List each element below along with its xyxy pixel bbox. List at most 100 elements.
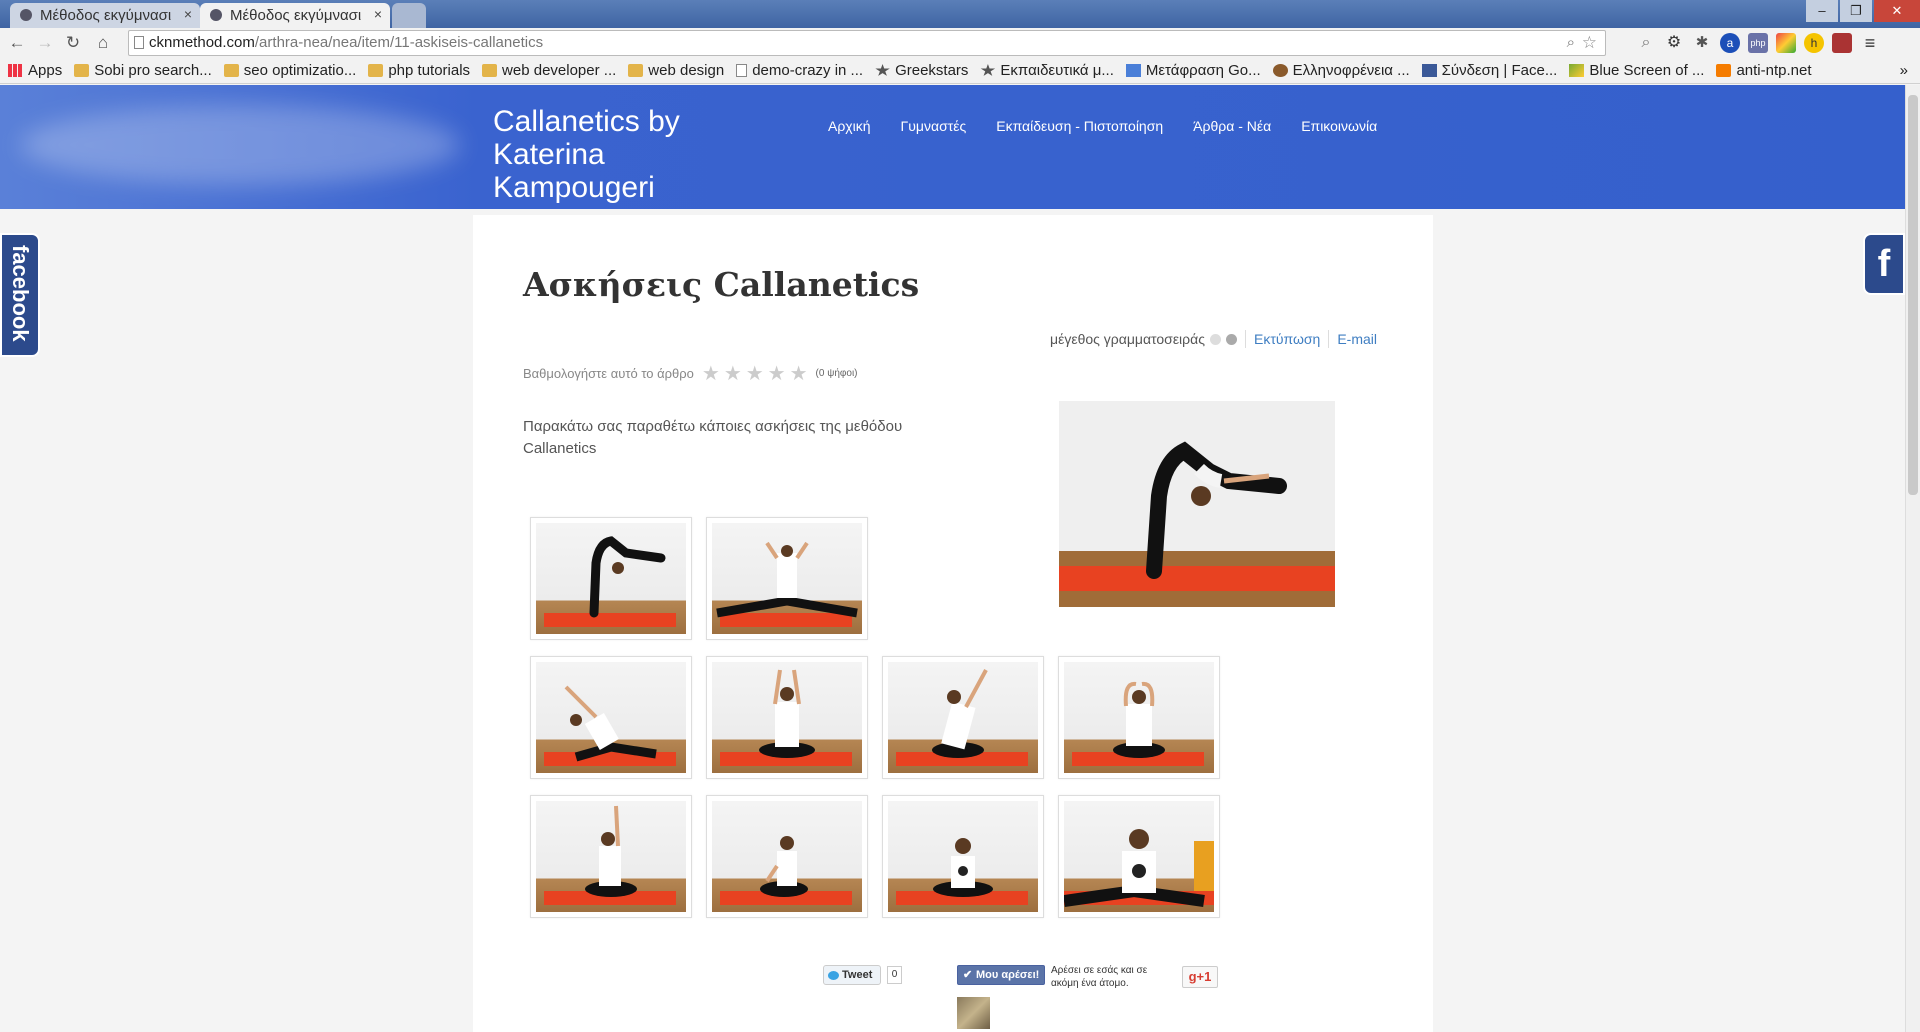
folder-icon <box>223 64 239 77</box>
bug-extension-icon[interactable]: ✱ <box>1692 33 1712 53</box>
folder-icon <box>74 64 90 77</box>
facebook-f-icon[interactable]: f <box>1863 233 1905 295</box>
bookmark-item[interactable]: Greekstars <box>875 62 968 79</box>
hero-photo[interactable] <box>1059 401 1335 607</box>
url-path: /arthra-nea/nea/item/11-askiseis-callane… <box>254 34 544 51</box>
main-nav: Αρχική Γυμναστές Εκπαίδευση - Πιστοποίησ… <box>828 118 1377 134</box>
minimize-button[interactable]: – <box>1806 0 1838 22</box>
site-icon <box>1272 64 1288 77</box>
tab-title: Μέθοδος εκγύμνασι <box>40 7 172 24</box>
nav-articles[interactable]: Άρθρα - Νέα <box>1193 118 1271 134</box>
rating-stars[interactable]: ★★★★★ <box>702 361 812 386</box>
gallery-thumbnail[interactable] <box>530 795 692 918</box>
settings-gear-icon[interactable]: ⚙ <box>1664 33 1684 53</box>
gallery-thumbnail[interactable] <box>706 656 868 779</box>
facebook-side-tab[interactable]: facebook <box>0 233 40 357</box>
google-plus-button[interactable]: g+1 <box>1182 966 1218 988</box>
email-link[interactable]: E-mail <box>1337 331 1377 347</box>
bookmark-label: Apps <box>28 62 63 79</box>
article-rating: Βαθμολογήστε αυτό το άρθρο ★★★★★ (0 ψήφο… <box>523 361 858 386</box>
site-header: Callanetics by Katerina Kampougeri Αρχικ… <box>0 85 1905 209</box>
bookmark-label: web design <box>648 62 725 79</box>
color-extension-icon[interactable] <box>1776 33 1796 53</box>
site-icon <box>1569 64 1585 77</box>
new-tab-button[interactable] <box>392 3 426 28</box>
site-title[interactable]: Callanetics by Katerina Kampougeri <box>493 105 713 204</box>
divider <box>1244 330 1246 348</box>
bookmark-star-icon[interactable]: ☆ <box>1582 31 1597 55</box>
folder-icon <box>628 64 644 77</box>
nav-trainers[interactable]: Γυμναστές <box>901 118 967 134</box>
bookmark-page[interactable]: demo-crazy in ... <box>736 62 863 79</box>
gallery-thumbnail[interactable] <box>1058 795 1220 918</box>
nav-home[interactable]: Αρχική <box>828 118 871 134</box>
bookmark-folder[interactable]: seo optimizatio... <box>223 62 356 79</box>
font-decrease-icon[interactable] <box>1209 333 1221 345</box>
gallery-thumbnail[interactable] <box>1058 656 1220 779</box>
bookmark-item[interactable]: Εκπαιδευτικά μ... <box>980 62 1114 79</box>
search-icon[interactable]: ⌕ <box>1567 31 1575 55</box>
folder-icon <box>482 64 498 77</box>
nav-training[interactable]: Εκπαίδευση - Πιστοποίηση <box>996 118 1163 134</box>
bookmark-item[interactable]: anti-ntp.net <box>1716 62 1812 79</box>
back-arrow-icon[interactable]: ← <box>6 32 28 54</box>
bookmark-label: Εκπαιδευτικά μ... <box>1000 62 1114 79</box>
gallery-thumbnail[interactable] <box>706 795 868 918</box>
maximize-button[interactable]: ❐ <box>1840 0 1872 22</box>
article-tools: μέγεθος γραμματοσειράς Εκτύπωση E-mail <box>1050 330 1377 348</box>
browser-toolbar: ← → ↻ ⌂ cknmethod.com/arthra-nea/nea/ite… <box>0 28 1920 58</box>
red-extension-icon[interactable] <box>1832 33 1852 53</box>
bookmark-item[interactable]: Ελληνοφρένεια ... <box>1272 62 1410 79</box>
blogger-icon <box>1716 64 1732 77</box>
gallery-thumbnail[interactable] <box>706 517 868 640</box>
tab-active[interactable]: Μέθοδος εκγύμνασι × <box>200 3 390 28</box>
zoom-icon[interactable]: ⌕ <box>1636 33 1656 53</box>
header-decoration <box>20 105 460 185</box>
php-extension-icon[interactable]: php <box>1748 33 1768 53</box>
font-increase-icon[interactable] <box>1225 333 1237 345</box>
bookmark-item[interactable]: Σύνδεση | Face... <box>1421 62 1558 79</box>
bookmark-label: web developer ... <box>502 62 617 79</box>
address-bar[interactable]: cknmethod.com/arthra-nea/nea/item/11-ask… <box>128 30 1606 56</box>
window-controls: – ❐ ✕ <box>1804 0 1920 22</box>
close-window-button[interactable]: ✕ <box>1874 0 1920 22</box>
gallery-thumbnail[interactable] <box>530 517 692 640</box>
gallery-thumbnail[interactable] <box>882 795 1044 918</box>
bookmark-label: Greekstars <box>895 62 969 79</box>
apps-grid-icon <box>8 64 23 77</box>
bookmark-folder[interactable]: Sobi pro search... <box>74 62 212 79</box>
page-icon <box>736 64 748 77</box>
h-extension-icon[interactable]: h <box>1804 33 1824 53</box>
a-extension-icon[interactable]: a <box>1720 33 1740 53</box>
translate-icon <box>1125 64 1141 77</box>
close-tab-icon[interactable]: × <box>374 6 382 22</box>
facebook-friend-avatar[interactable] <box>957 997 990 1029</box>
forward-arrow-icon[interactable]: → <box>34 32 56 54</box>
home-icon[interactable]: ⌂ <box>92 32 114 54</box>
bookmark-apps[interactable]: Apps <box>8 62 62 79</box>
gallery-thumbnail[interactable] <box>530 656 692 779</box>
bookmark-item[interactable]: Μετάφραση Go... <box>1125 62 1261 79</box>
facebook-like-button[interactable]: Μου αρέσει! <box>957 965 1045 985</box>
tweet-count: 0 <box>887 966 902 984</box>
close-tab-icon[interactable]: × <box>184 6 192 22</box>
bookmark-folder[interactable]: web developer ... <box>482 62 616 79</box>
favicon-icon <box>210 9 222 21</box>
menu-icon[interactable]: ≡ <box>1860 33 1880 53</box>
bookmark-folder[interactable]: php tutorials <box>368 62 470 79</box>
print-link[interactable]: Εκτύπωση <box>1254 331 1320 347</box>
divider <box>1328 330 1330 348</box>
nav-contact[interactable]: Επικοινωνία <box>1301 118 1377 134</box>
facebook-like-text: Αρέσει σε εσάς και σε ακόμη ένα άτομο. <box>1051 965 1148 989</box>
bookmark-label: Σύνδεση | Face... <box>1441 62 1558 79</box>
tweet-button[interactable]: Tweet <box>823 965 881 985</box>
reload-icon[interactable]: ↻ <box>62 32 84 54</box>
votes-count: (0 ψήφοι) <box>815 368 858 379</box>
bookmark-item[interactable]: Blue Screen of ... <box>1569 62 1704 79</box>
scrollbar-thumb[interactable] <box>1908 95 1918 495</box>
tab-inactive[interactable]: Μέθοδος εκγύμνασι × <box>10 3 200 28</box>
page-scrollbar[interactable] <box>1905 85 1920 1032</box>
gallery-thumbnail[interactable] <box>882 656 1044 779</box>
bookmark-folder[interactable]: web design <box>628 62 724 79</box>
bookmarks-overflow[interactable]: » <box>1900 62 1908 79</box>
